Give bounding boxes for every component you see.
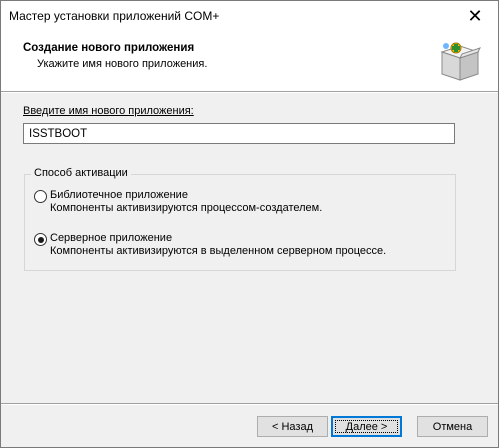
focus-rect: [335, 420, 398, 433]
library-app-radio[interactable]: [34, 190, 47, 203]
activation-legend: Способ активации: [31, 167, 131, 179]
app-name-input[interactable]: [23, 123, 455, 144]
cancel-button[interactable]: Отмена: [417, 416, 488, 437]
next-button[interactable]: Далее >: [331, 416, 402, 437]
wizard-header: Создание нового приложения Укажите имя н…: [1, 31, 498, 91]
page-title: Создание нового приложения: [23, 42, 195, 54]
server-app-label[interactable]: Серверное приложение: [50, 232, 172, 244]
title-bar: Мастер установки приложений COM+ ✕: [1, 1, 498, 31]
window-title: Мастер установки приложений COM+: [9, 9, 220, 23]
server-app-radio[interactable]: [34, 233, 47, 246]
com-package-icon: [440, 42, 481, 81]
cancel-button-label: Отмена: [432, 420, 473, 433]
app-name-label: Введите имя нового приложения:: [23, 105, 194, 117]
footer-divider-highlight: [1, 404, 498, 405]
back-button-label: < Назад: [272, 420, 313, 433]
back-button[interactable]: < Назад: [257, 416, 328, 437]
wizard-window: Мастер установки приложений COM+ ✕ Созда…: [0, 0, 499, 448]
close-button[interactable]: ✕: [452, 1, 498, 31]
library-app-description: Компоненты активизируются процессом-созд…: [50, 202, 323, 214]
header-divider-highlight: [1, 92, 498, 93]
library-app-label[interactable]: Библиотечное приложение: [50, 189, 188, 201]
page-subtitle: Укажите имя нового приложения.: [37, 58, 208, 70]
app-name-label-text: Введите имя нового приложения:: [23, 105, 194, 117]
close-icon: ✕: [467, 5, 483, 26]
server-app-description: Компоненты активизируются в выделенном с…: [50, 245, 387, 257]
